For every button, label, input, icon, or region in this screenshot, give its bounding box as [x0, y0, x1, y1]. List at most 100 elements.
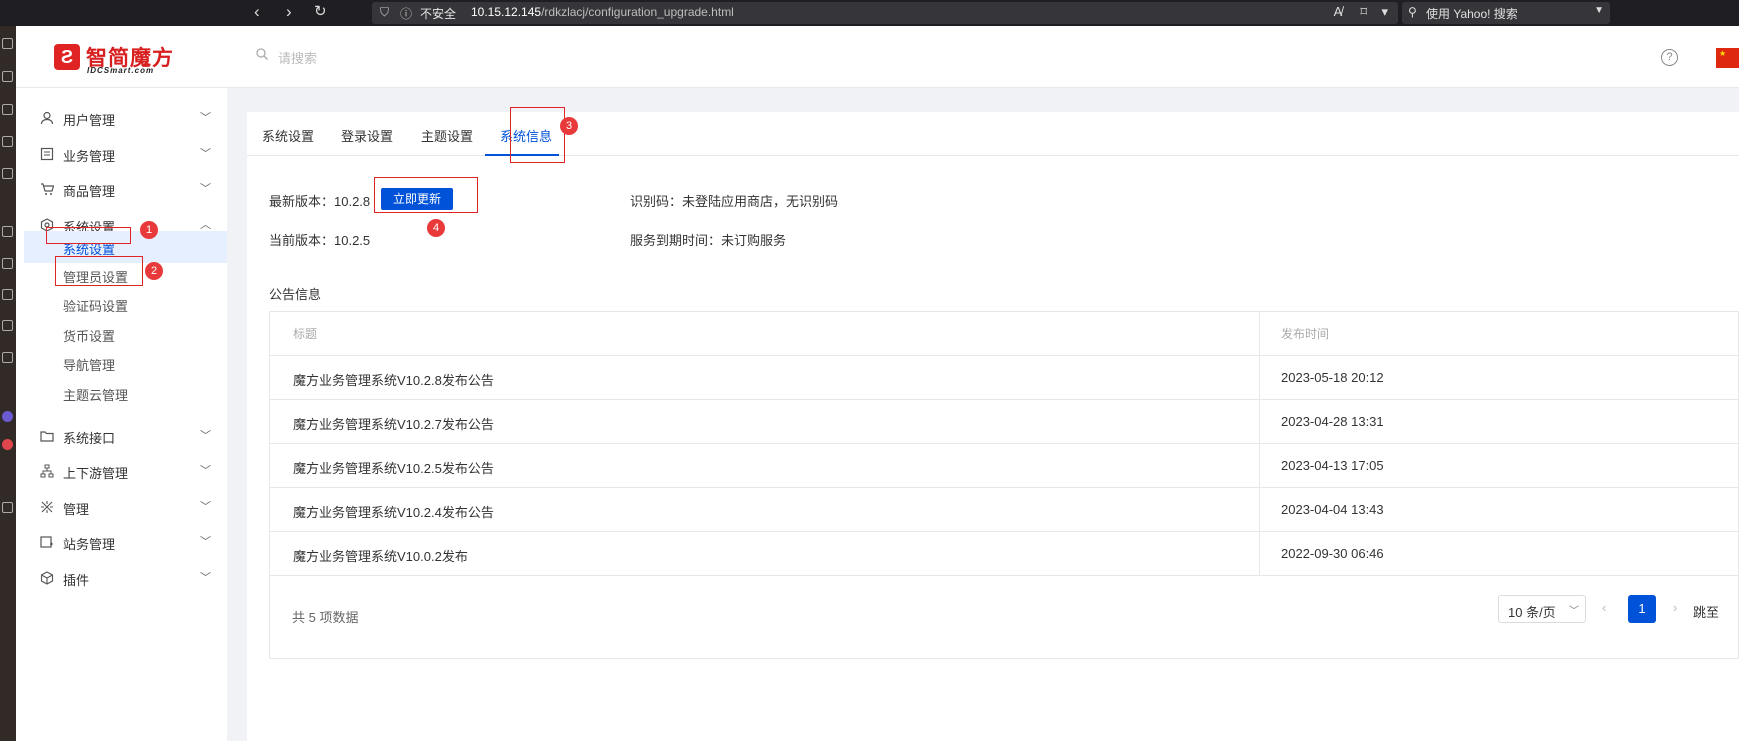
- header-search[interactable]: 请搜索: [256, 48, 516, 68]
- sidebar-item-upstream-downstream[interactable]: 上下游管理 ﹀: [16, 453, 227, 489]
- announcement-title: 公告信息: [269, 287, 322, 302]
- sidebar-item-label: 用户管理: [63, 113, 116, 128]
- submenu-item-label: 货币设置: [63, 329, 116, 344]
- browser-search-box[interactable]: ⚲ 使用 Yahoo! 搜索 ▼: [1402, 2, 1610, 24]
- browser-toolbar: ‹ › ↻ ⛉ ⓘ 不安全 10.15.12.145/rdkzlacj/conf…: [0, 0, 1739, 26]
- reload-icon[interactable]: ↻: [314, 0, 327, 26]
- extension-icon[interactable]: [2, 38, 13, 49]
- bookmark-icon[interactable]: ⌑: [1360, 4, 1367, 19]
- translate-icon[interactable]: A̸: [1334, 4, 1343, 19]
- page-size-select[interactable]: 10 条/页 ﹀: [1498, 595, 1586, 623]
- table-row[interactable]: 魔方业务管理系统V10.2.8发布公告 2023-05-18 20:12: [270, 356, 1739, 400]
- dropdown-arrow-icon[interactable]: ▾: [1381, 4, 1388, 19]
- prev-page-icon[interactable]: ‹: [1602, 600, 1606, 615]
- sidebar-item-products[interactable]: 商品管理 ﹀: [16, 171, 227, 207]
- sidebar: 用户管理 ﹀ 业务管理 ﹀ 商品管理 ﹀ 系统设置 ︿ 系统设置 管理员设置 验…: [16, 88, 227, 741]
- logo[interactable]: Ƨ 智简魔方 IDCSmart.com: [54, 42, 194, 76]
- sidebar-item-label: 上下游管理: [63, 466, 129, 481]
- extension-icon[interactable]: [2, 320, 13, 331]
- tab-theme-settings[interactable]: 主题设置: [421, 126, 473, 145]
- china-flag-icon[interactable]: [1716, 48, 1739, 68]
- column-header-time: 发布时间: [1281, 327, 1330, 341]
- chevron-down-icon: ﹀: [200, 536, 211, 548]
- help-icon[interactable]: ?: [1661, 49, 1678, 66]
- column-header-title: 标题: [293, 327, 318, 341]
- annotation-badge: 3: [560, 117, 578, 135]
- announcement-link[interactable]: 魔方业务管理系统V10.2.5发布公告: [293, 458, 494, 477]
- extension-icon[interactable]: [2, 136, 13, 147]
- table-row[interactable]: 魔方业务管理系统V10.0.2发布 2022-09-30 06:46: [270, 532, 1739, 576]
- submenu-item-label: 验证码设置: [63, 299, 129, 314]
- submenu-item-theme-cloud[interactable]: 主题云管理: [24, 377, 227, 409]
- identification-code: 识别码：未登陆应用商店，无识别码: [630, 194, 839, 209]
- chevron-down-icon: ﹀: [200, 430, 211, 442]
- chevron-down-icon: ﹀: [200, 112, 211, 124]
- security-label: 不安全: [420, 7, 457, 21]
- address-bar-actions: A̸ ⌑ ▾: [1334, 4, 1388, 20]
- annotation-badge: 1: [140, 221, 158, 239]
- sidebar-item-label: 系统接口: [63, 431, 116, 446]
- extension-icon[interactable]: [2, 258, 13, 269]
- chevron-down-icon[interactable]: ▼: [1594, 5, 1604, 16]
- extension-icon[interactable]: [2, 104, 13, 115]
- sidebar-item-site-management[interactable]: 站务管理 ﹀: [16, 524, 227, 560]
- submenu-item-label: 导航管理: [63, 358, 116, 373]
- announcement-table: 标题 发布时间 魔方业务管理系统V10.2.8发布公告 2023-05-18 2…: [269, 311, 1739, 659]
- page-size-value: 10 条/页: [1508, 605, 1556, 620]
- extension-icon[interactable]: [2, 168, 13, 179]
- browser-side-strip: [0, 26, 16, 741]
- chevron-down-icon: ﹀: [200, 501, 211, 513]
- sidebar-item-label: 插件: [63, 573, 90, 588]
- announcement-link[interactable]: 魔方业务管理系统V10.2.4发布公告: [293, 502, 494, 521]
- forward-icon[interactable]: ›: [286, 0, 292, 26]
- chevron-down-icon: ﹀: [1569, 606, 1579, 617]
- logo-mark-icon: Ƨ: [54, 44, 80, 70]
- page-number-current[interactable]: 1: [1628, 595, 1656, 623]
- submenu-item-navigation[interactable]: 导航管理: [24, 347, 227, 379]
- table-row[interactable]: 魔方业务管理系统V10.2.7发布公告 2023-04-28 13:31: [270, 400, 1739, 444]
- next-page-icon[interactable]: ›: [1673, 600, 1677, 615]
- sidebar-item-users[interactable]: 用户管理 ﹀: [16, 100, 227, 136]
- cart-icon: [41, 183, 54, 195]
- sidebar-item-system-interfaces[interactable]: 系统接口 ﹀: [16, 418, 227, 454]
- announcement-link[interactable]: 魔方业务管理系统V10.2.8发布公告: [293, 370, 494, 389]
- extension-icon[interactable]: [2, 352, 13, 363]
- annotation-badge: 2: [145, 262, 163, 280]
- submenu-item-captcha-settings[interactable]: 验证码设置: [24, 288, 227, 320]
- extension-icon[interactable]: [2, 71, 13, 82]
- submenu-item-label: 主题云管理: [63, 388, 129, 403]
- extension-icon[interactable]: [2, 411, 13, 422]
- sidebar-item-label: 管理: [63, 502, 90, 517]
- tab-system-settings[interactable]: 系统设置: [262, 126, 314, 145]
- app-header: Ƨ 智简魔方 IDCSmart.com 请搜索 ?: [16, 26, 1739, 88]
- extension-icon[interactable]: [2, 226, 13, 237]
- annotation-box: [46, 227, 131, 244]
- sidebar-item-management[interactable]: 管理 ﹀: [16, 489, 227, 525]
- address-bar[interactable]: ⛉ ⓘ 不安全 10.15.12.145/rdkzlacj/configurat…: [372, 2, 1398, 24]
- total-count: 共 5 项数据: [292, 610, 359, 625]
- search-input[interactable]: 请搜索: [278, 48, 317, 67]
- browser-search-placeholder: 使用 Yahoo! 搜索: [1426, 7, 1518, 21]
- announcement-link[interactable]: 魔方业务管理系统V10.2.7发布公告: [293, 414, 494, 433]
- sidebar-item-plugins[interactable]: 插件 ﹀: [16, 560, 227, 596]
- cross-icon: [41, 501, 53, 513]
- shield-icon: ⛉: [380, 5, 390, 19]
- chevron-down-icon: ﹀: [200, 148, 211, 160]
- tab-login-settings[interactable]: 登录设置: [341, 126, 393, 145]
- extension-icon[interactable]: [2, 502, 13, 513]
- publish-time: 2022-09-30 06:46: [1281, 546, 1384, 561]
- announcement-link[interactable]: 魔方业务管理系统V10.0.2发布: [293, 546, 468, 565]
- table-row[interactable]: 魔方业务管理系统V10.2.5发布公告 2023-04-13 17:05: [270, 444, 1739, 488]
- tab-bar: 系统设置 登录设置 主题设置 系统信息: [247, 112, 1739, 156]
- table-row[interactable]: 魔方业务管理系统V10.2.4发布公告 2023-04-04 13:43: [270, 488, 1739, 532]
- extension-icon[interactable]: [2, 289, 13, 300]
- publish-time: 2023-04-13 17:05: [1281, 458, 1384, 473]
- extension-icon[interactable]: [2, 439, 13, 450]
- back-icon[interactable]: ‹: [254, 0, 260, 26]
- jump-to-label: 跳至: [1693, 605, 1720, 620]
- sidebar-item-business[interactable]: 业务管理 ﹀: [16, 136, 227, 172]
- submenu-item-currency-settings[interactable]: 货币设置: [24, 318, 227, 350]
- current-version: 当前版本：10.2.5: [269, 233, 371, 248]
- chevron-down-icon: ﹀: [200, 465, 211, 477]
- latest-version: 最新版本：10.2.8: [269, 194, 371, 209]
